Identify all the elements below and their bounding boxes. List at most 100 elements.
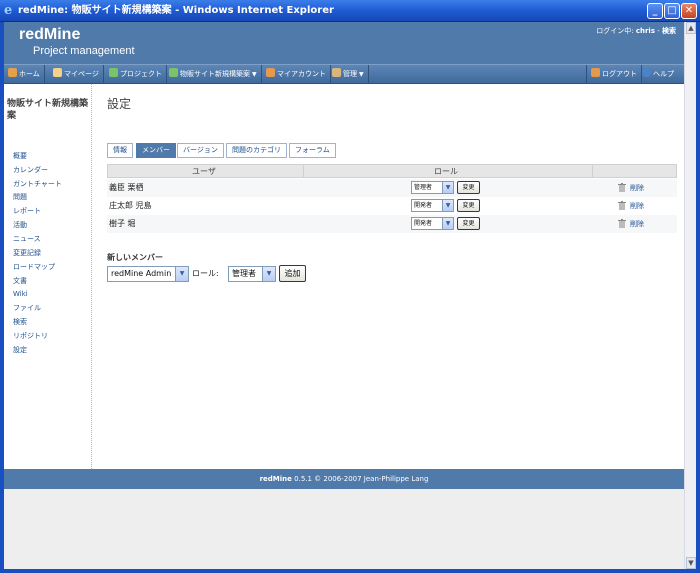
column-divider	[303, 165, 304, 178]
maximize-button[interactable]: □	[664, 3, 680, 19]
help-icon	[642, 68, 651, 77]
mypage-icon	[53, 68, 62, 77]
minimize-button[interactable]: _	[647, 3, 663, 19]
member-role-value: 管理者	[414, 184, 433, 191]
top-menu: ホーム マイページ プロジェクト 物販サイト新規構築案 ▼ マイアカウント 管理 ▼…	[4, 64, 684, 84]
sidebar-item-repository[interactable]: リポジトリ	[13, 331, 48, 341]
close-button[interactable]: ✕	[681, 3, 697, 19]
sidebar-item-activity[interactable]: 活動	[13, 220, 27, 230]
sidebar-item-files[interactable]: ファイル	[13, 303, 41, 313]
add-member-button[interactable]: 追加	[279, 265, 306, 282]
menu-item-admin[interactable]: 管理 ▼	[328, 65, 369, 84]
menu-item-mypage[interactable]: マイページ	[49, 65, 104, 84]
chevron-down-icon: ▼	[175, 267, 188, 281]
change-role-button[interactable]: 変更	[457, 181, 480, 194]
sidebar-item-calendar[interactable]: カレンダー	[13, 165, 48, 175]
trash-icon[interactable]	[618, 219, 626, 228]
footer-brand-link[interactable]: redMine	[260, 475, 292, 483]
logout-icon	[591, 68, 600, 77]
menu-item-projects[interactable]: プロジェクト	[105, 65, 167, 84]
delete-member-link[interactable]: 削除	[630, 200, 644, 212]
header-search-link[interactable]: 検索	[662, 27, 676, 35]
chevron-down-icon: ▼	[252, 71, 257, 78]
projects-icon	[109, 68, 118, 77]
menu-item-my-account[interactable]: マイアカウント	[262, 65, 331, 84]
header-separator: -	[657, 27, 660, 35]
site-header: redMine Project management ログイン中: chris …	[4, 22, 684, 64]
delete-member-link[interactable]: 削除	[630, 218, 644, 230]
menu-item-current-project[interactable]: 物販サイト新規構築案 ▼	[165, 65, 262, 84]
site-footer: redMine 0.5.1 © 2006-2007 Jean-Philippe …	[4, 469, 684, 489]
tab-forums[interactable]: フォーラム	[289, 143, 336, 158]
menu-label: ヘルプ	[653, 70, 674, 78]
member-role-select[interactable]: 開発者 ▼	[411, 217, 454, 230]
trash-icon[interactable]	[618, 183, 626, 192]
member-role-value: 開発者	[414, 220, 433, 227]
sidebar-item-roadmap[interactable]: ロードマップ	[13, 262, 55, 272]
sidebar-item-wiki[interactable]: Wiki	[13, 289, 28, 299]
brand-subtitle: Project management	[33, 45, 135, 57]
sidebar-project-title: 物販サイト新規構築案	[7, 99, 89, 121]
column-header-role: ロール	[434, 167, 458, 176]
chevron-down-icon: ▼	[262, 267, 275, 281]
change-role-button[interactable]: 変更	[457, 217, 480, 230]
member-role-select[interactable]: 開発者 ▼	[411, 199, 454, 212]
member-role-value: 開発者	[414, 202, 433, 209]
sidebar-item-documents[interactable]: 文書	[13, 276, 27, 286]
tab-versions[interactable]: バージョン	[177, 143, 224, 158]
chevron-down-icon: ▼	[359, 71, 364, 78]
chevron-down-icon: ▼	[442, 218, 453, 229]
new-member-role-select[interactable]: 管理者 ▼	[228, 266, 276, 282]
menu-item-home[interactable]: ホーム	[4, 65, 45, 84]
logged-user-link[interactable]: chris	[636, 27, 655, 35]
scroll-up-icon[interactable]: ▲	[686, 22, 696, 34]
window-frame-bottom	[0, 569, 700, 573]
new-member-user-select[interactable]: redMine Admin ▼	[107, 266, 189, 282]
logged-as: ログイン中: chris - 検索	[596, 26, 676, 36]
trash-icon[interactable]	[618, 201, 626, 210]
tab-issue-categories[interactable]: 問題のカテゴリ	[226, 143, 287, 158]
new-member-role-label: ロール:	[192, 269, 219, 278]
sidebar-item-news[interactable]: ニュース	[13, 234, 41, 244]
chevron-down-icon: ▼	[442, 182, 453, 193]
member-role-select[interactable]: 管理者 ▼	[411, 181, 454, 194]
scroll-down-icon[interactable]: ▼	[686, 557, 696, 569]
menu-label: ホーム	[19, 70, 40, 78]
sidebar-item-settings[interactable]: 設定	[13, 345, 27, 355]
menu-item-help[interactable]: ヘルプ	[638, 65, 678, 84]
logged-as-label: ログイン中:	[596, 27, 634, 35]
browser-page: redMine Project management ログイン中: chris …	[4, 22, 684, 569]
column-divider	[592, 165, 593, 178]
table-header: ユーザ ロール	[107, 164, 677, 178]
sidebar-item-reports[interactable]: レポート	[13, 206, 41, 216]
member-name: 義臣 栗栖	[109, 183, 144, 192]
menu-label: マイアカウント	[277, 70, 326, 78]
account-icon	[266, 68, 275, 77]
tab-members[interactable]: メンバー	[136, 143, 176, 158]
project-icon	[169, 68, 178, 77]
footer-text: 0.5.1 © 2006-2007 Jean-Philippe Lang	[294, 475, 429, 483]
sidebar-item-changelog[interactable]: 変更記録	[13, 248, 41, 258]
sidebar-item-gantt[interactable]: ガントチャート	[13, 179, 62, 189]
ie-icon: e	[4, 3, 13, 18]
change-role-button[interactable]: 変更	[457, 199, 480, 212]
tab-info[interactable]: 情報	[107, 143, 133, 158]
window-title: redMine: 物販サイト新規構築案 - Windows Internet E…	[18, 5, 334, 16]
vertical-scrollbar[interactable]: ▲ ▼	[684, 22, 696, 569]
home-icon	[8, 68, 17, 77]
sidebar-item-issues[interactable]: 問題	[13, 192, 27, 202]
page-blank-area	[4, 489, 684, 569]
menu-item-logout[interactable]: ログアウト	[586, 65, 642, 84]
sidebar-item-search[interactable]: 検索	[13, 317, 27, 327]
brand-logo[interactable]: redMine	[19, 26, 80, 44]
sidebar: 物販サイト新規構築案 概要 カレンダー ガントチャート 問題 レポート 活動 ニ…	[4, 84, 92, 469]
menu-label: 物販サイト新規構築案	[180, 70, 250, 78]
member-name: 樹子 堀	[109, 219, 136, 228]
chevron-down-icon: ▼	[442, 200, 453, 211]
sidebar-item-overview[interactable]: 概要	[13, 151, 27, 161]
column-header-user: ユーザ	[192, 167, 216, 176]
delete-member-link[interactable]: 削除	[630, 182, 644, 194]
new-member-heading: 新しいメンバー	[107, 253, 163, 262]
new-member-role-value: 管理者	[232, 269, 256, 278]
new-member-user-value: redMine Admin	[111, 269, 172, 278]
